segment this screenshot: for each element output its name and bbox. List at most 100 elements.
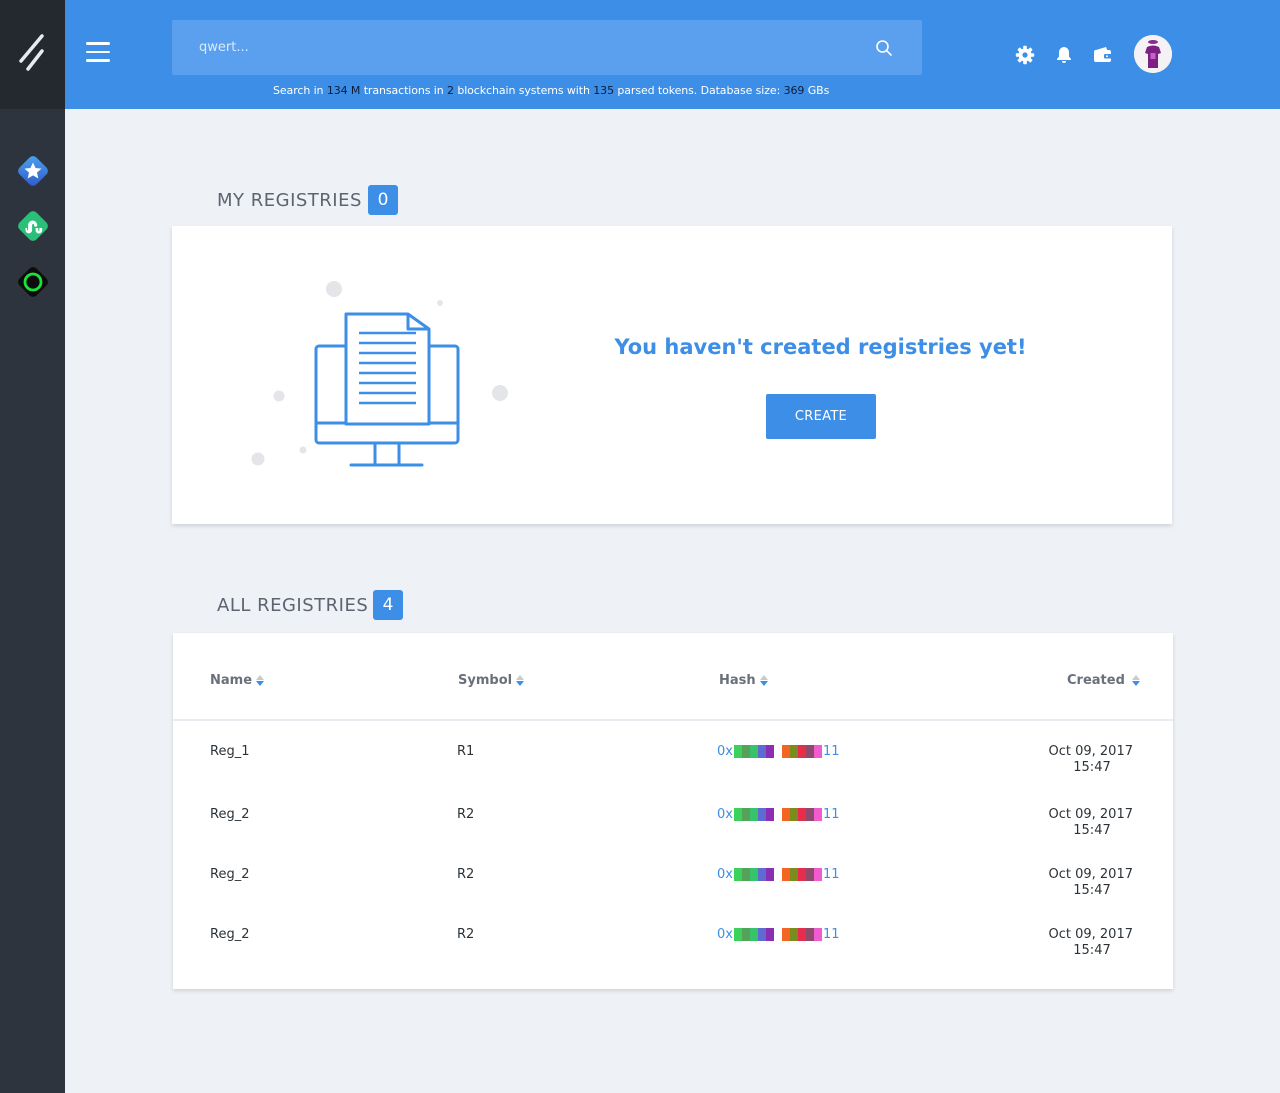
table-row[interactable]: Reg_1 R1 0x 11 Oct 09, 2017 15:47 <box>173 744 1173 800</box>
hash-identicon <box>733 744 822 758</box>
sort-icon <box>759 674 768 687</box>
my-registries-title: MY REGISTRIES <box>217 190 362 211</box>
user-avatar[interactable] <box>1134 35 1172 73</box>
hash-color-block <box>797 744 806 758</box>
hash-prefix: 0x <box>717 806 733 822</box>
row-symbol: R2 <box>457 927 475 942</box>
hash-color-block <box>765 744 774 758</box>
hash-color-block <box>773 807 782 821</box>
created-time: 15:47 <box>1073 883 1111 898</box>
hamburger-line <box>86 59 110 62</box>
created-date: Oct 09, 2017 <box>1048 867 1134 882</box>
hash-color-block <box>749 867 758 881</box>
hash-color-block <box>749 927 758 941</box>
create-registry-button[interactable]: CREATE <box>766 394 876 439</box>
hash-color-block <box>757 807 766 821</box>
hash-color-block <box>733 867 742 881</box>
my-registries-count: 0 <box>368 185 398 215</box>
stumbleupon-icon <box>17 210 48 241</box>
empty-registries-message: You haven't created registries yet! <box>614 335 1027 359</box>
hash-color-block <box>773 927 782 941</box>
table-row[interactable]: Reg_2 R2 0x 11 Oct 09, 2017 15:47 <box>173 807 1173 863</box>
created-time: 15:47 <box>1073 943 1111 958</box>
hash-color-block <box>789 807 798 821</box>
table-header-divider <box>173 719 1173 721</box>
column-header-name[interactable]: Name <box>210 673 265 688</box>
created-date: Oct 09, 2017 <box>1048 927 1134 942</box>
column-name-label: Name <box>210 673 253 688</box>
row-hash[interactable]: 0x 11 <box>717 926 840 942</box>
hash-color-block <box>757 867 766 881</box>
hash-color-block <box>757 744 766 758</box>
stats-db-unit: GBs <box>807 84 830 97</box>
sidebar-item-ring[interactable] <box>14 263 51 300</box>
app-logo[interactable] <box>0 0 65 109</box>
table-row[interactable]: Reg_2 R2 0x 11 Oct 09, 2017 15:47 <box>173 927 1173 983</box>
hash-color-block <box>733 807 742 821</box>
notifications-button[interactable] <box>1053 44 1075 66</box>
row-created: Oct 09, 2017 15:47 <box>1033 744 1134 776</box>
bell-icon <box>1057 47 1071 63</box>
hash-color-block <box>789 927 798 941</box>
all-registries-count: 4 <box>373 590 403 620</box>
sort-icon <box>256 674 265 687</box>
sidebar-item-stumbleupon[interactable] <box>14 207 51 244</box>
column-created-label: Created <box>1067 673 1125 688</box>
row-name: Reg_2 <box>210 807 250 822</box>
stats-tokens: 135 <box>593 84 614 97</box>
created-time: 15:47 <box>1073 823 1111 838</box>
wallet-icon <box>1094 47 1112 62</box>
column-hash-label: Hash <box>719 673 756 688</box>
stats-tokens-label: parsed tokens. Database size: <box>617 84 781 97</box>
menu-toggle-button[interactable] <box>86 42 112 64</box>
hash-prefix: 0x <box>717 743 733 759</box>
hash-prefix: 0x <box>717 866 733 882</box>
row-name: Reg_1 <box>210 744 250 759</box>
hash-color-block <box>813 867 822 881</box>
hash-color-block <box>781 927 790 941</box>
hash-suffix: 11 <box>822 743 840 759</box>
hash-color-block <box>741 807 750 821</box>
hash-color-block <box>733 927 742 941</box>
my-registries-card: You haven't created registries yet! CREA… <box>172 226 1172 524</box>
hash-color-block <box>733 744 742 758</box>
row-hash[interactable]: 0x 11 <box>717 743 840 759</box>
avatar-image <box>1134 35 1172 73</box>
settings-button[interactable] <box>1014 44 1036 66</box>
hash-color-block <box>805 807 814 821</box>
row-created: Oct 09, 2017 15:47 <box>1033 807 1134 839</box>
hash-identicon <box>733 867 822 881</box>
empty-registry-illustration-icon <box>251 281 508 467</box>
ring-app-icon <box>17 266 48 297</box>
hash-color-block <box>749 744 758 758</box>
hash-color-block <box>741 744 750 758</box>
wallet-button[interactable] <box>1092 44 1114 66</box>
column-header-hash[interactable]: Hash <box>719 673 768 688</box>
row-name: Reg_2 <box>210 927 250 942</box>
row-hash[interactable]: 0x 11 <box>717 866 840 882</box>
hash-color-block <box>749 807 758 821</box>
table-row[interactable]: Reg_2 R2 0x 11 Oct 09, 2017 15:47 <box>173 867 1173 923</box>
search-icon[interactable] <box>875 39 893 57</box>
star-app-icon <box>17 155 48 186</box>
hash-color-block <box>797 867 806 881</box>
hash-color-block <box>773 867 782 881</box>
hash-color-block <box>789 744 798 758</box>
hash-color-block <box>741 867 750 881</box>
hash-color-block <box>805 744 814 758</box>
search-input[interactable] <box>172 20 862 75</box>
all-registries-title: ALL REGISTRIES <box>217 595 369 616</box>
hash-suffix: 11 <box>822 926 840 942</box>
hash-identicon <box>733 927 822 941</box>
row-created: Oct 09, 2017 15:47 <box>1033 867 1134 899</box>
hash-prefix: 0x <box>717 926 733 942</box>
row-hash[interactable]: 0x 11 <box>717 806 840 822</box>
created-date: Oct 09, 2017 <box>1048 807 1134 822</box>
hash-suffix: 11 <box>822 806 840 822</box>
column-header-created[interactable]: Created <box>1067 673 1140 688</box>
sort-icon <box>1131 674 1140 687</box>
hamburger-line <box>86 50 110 53</box>
column-header-symbol[interactable]: Symbol <box>458 673 525 688</box>
sort-icon <box>516 674 525 687</box>
sidebar-item-star[interactable] <box>14 152 51 189</box>
